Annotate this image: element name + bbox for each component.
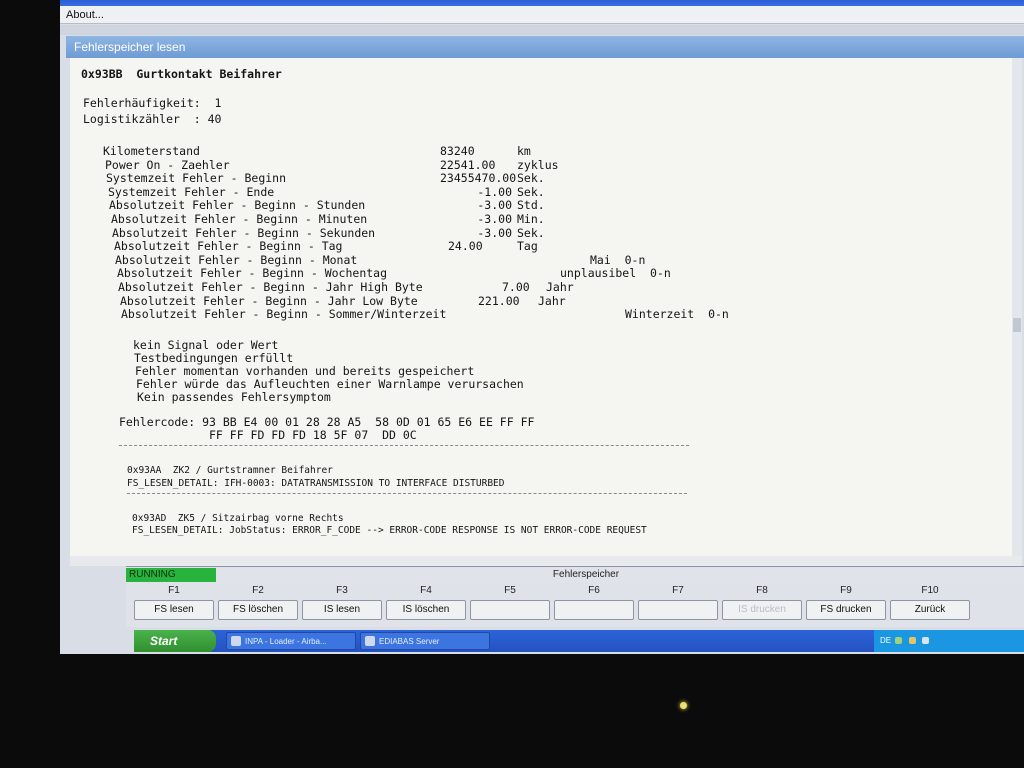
fkey-f7: F7 [636, 583, 720, 627]
status-bar: RUNNING Fehlerspeicher [126, 566, 1024, 583]
env-unit: Std. [517, 198, 545, 212]
fkey-button-f1[interactable]: FS lesen [134, 600, 214, 620]
fkey-f10: F10 Zurück [888, 583, 972, 627]
fkey-button-f3[interactable]: IS lesen [302, 600, 382, 620]
taskbar-item-ediabas[interactable]: EDIABAS Server [360, 632, 490, 650]
fkey-button-f5[interactable] [470, 600, 550, 620]
env-value: 24.00 [448, 239, 483, 253]
fault-frequency: Fehlerhäufigkeit: 1 [83, 96, 222, 110]
fkey-number: F4 [420, 585, 432, 596]
env-label: Absolutzeit Fehler - Beginn - Jahr High … [118, 280, 423, 294]
start-button[interactable]: Start [134, 630, 216, 652]
menu-bar: About... [60, 6, 1024, 24]
env-unit: Min. [517, 212, 545, 226]
fkey-button-f8[interactable]: IS drucken [722, 600, 802, 620]
env-unit: Tag [517, 239, 538, 253]
env-unit: Jahr [538, 294, 566, 308]
env-unit: km [517, 144, 531, 158]
logistics-counter: Logistikzähler : 40 [83, 112, 222, 126]
tray-icon[interactable] [908, 637, 916, 645]
env-value: -3.00 [477, 198, 512, 212]
fkey-button-f10[interactable]: Zurück [890, 600, 970, 620]
function-key-bar: F1 FS lesen F2 FS löschen F3 IS lesen F4 IS lös… [126, 583, 1024, 627]
env-label: Absolutzeit Fehler - Beginn - Minuten [111, 212, 368, 226]
menu-item-about[interactable]: About... [66, 9, 104, 21]
env-label: Absolutzeit Fehler - Beginn - Wochentag [117, 266, 388, 280]
fkey-button-f2[interactable]: FS löschen [218, 600, 298, 620]
env-unit: Sek. [517, 171, 545, 185]
toolbar-gap [60, 25, 1024, 35]
fkey-number: F5 [504, 585, 516, 596]
fkey-f5: F5 [468, 583, 552, 627]
monitor-screen: About... Fehlerspeicher lesen 0x93BB Gur… [60, 0, 1024, 654]
horizontal-scrollbar[interactable] [70, 556, 1022, 566]
env-value: unplausibel 0-n [560, 266, 671, 280]
tray-icon[interactable] [921, 637, 929, 645]
divider [127, 493, 687, 494]
fkey-button-f4[interactable]: IS löschen [386, 600, 466, 620]
status-line: Kein passendes Fehlersymptom [137, 390, 331, 404]
fault-header: 0x93AA ZK2 / Gurtstramner Beifahrer [127, 465, 333, 476]
fkey-number: F8 [756, 585, 768, 596]
env-value: 221.00 [478, 294, 520, 308]
fkey-f9: F9 FS drucken [804, 583, 888, 627]
report-area: 0x93BB Gurtkontakt Beifahrer Fehlerhäufi… [70, 58, 1022, 566]
fkey-number: F1 [168, 585, 180, 596]
fkey-number: F6 [588, 585, 600, 596]
fkey-number: F9 [840, 585, 852, 596]
env-label: Absolutzeit Fehler - Beginn - Tag [114, 239, 343, 253]
fkey-f6: F6 [552, 583, 636, 627]
tray-icon[interactable] [895, 637, 903, 645]
fkey-button-f6[interactable] [554, 600, 634, 620]
taskbar-item-label: EDIABAS Server [379, 637, 440, 646]
app-icon [365, 636, 375, 646]
fkey-f8: F8 IS drucken [720, 583, 804, 627]
env-value: 83240 [440, 144, 475, 158]
fkey-f1: F1 FS lesen [132, 583, 216, 627]
fkey-f4: F4 IS löschen [384, 583, 468, 627]
env-label: Kilometerstand [103, 144, 200, 158]
status-title: Fehlerspeicher [552, 569, 620, 580]
env-value: -3.00 [477, 212, 512, 226]
window-title: Fehlerspeicher lesen [66, 36, 1024, 58]
fault-code-line-2: FF FF FD FD FD 18 5F 07 DD 0C [209, 428, 417, 442]
fkey-number: F7 [672, 585, 684, 596]
fkey-number: F3 [336, 585, 348, 596]
fault-detail: FS_LESEN_DETAIL: IFH-0003: DATATRANSMISS… [127, 478, 505, 489]
env-value: 23455470.00 [440, 171, 517, 185]
taskbar-item-inpa[interactable]: INPA - Loader - Airba... [226, 632, 356, 650]
fkey-button-f7[interactable] [638, 600, 718, 620]
env-label: Absolutzeit Fehler - Beginn - Stunden [109, 198, 366, 212]
fault-header: 0x93BB Gurtkontakt Beifahrer [81, 67, 282, 81]
env-value: Winterzeit 0-n [625, 307, 729, 321]
fkey-number: F10 [921, 585, 939, 596]
env-label: Absolutzeit Fehler - Beginn - Sommer/Win… [121, 307, 447, 321]
fkey-button-f9[interactable]: FS drucken [806, 600, 886, 620]
app-icon [231, 636, 241, 646]
taskbar: Start INPA - Loader - Airba... EDIABAS S… [134, 630, 1024, 652]
system-tray: DE [874, 630, 1024, 652]
power-led [680, 702, 687, 709]
fkey-f3: F3 IS lesen [300, 583, 384, 627]
fkey-f2: F2 FS löschen [216, 583, 300, 627]
env-value: 7.00 [502, 280, 530, 294]
language-indicator[interactable]: DE [880, 636, 891, 645]
env-label: Systemzeit Fehler - Beginn [106, 171, 287, 185]
fkey-number: F2 [252, 585, 264, 596]
scroll-thumb[interactable] [1013, 318, 1021, 332]
taskbar-item-label: INPA - Loader - Airba... [245, 637, 327, 646]
fault-detail: FS_LESEN_DETAIL: JobStatus: ERROR_F_CODE… [132, 525, 647, 536]
vertical-scrollbar[interactable] [1012, 58, 1022, 566]
running-indicator: RUNNING [126, 568, 216, 582]
env-unit: Jahr [546, 280, 574, 294]
divider [119, 445, 689, 446]
